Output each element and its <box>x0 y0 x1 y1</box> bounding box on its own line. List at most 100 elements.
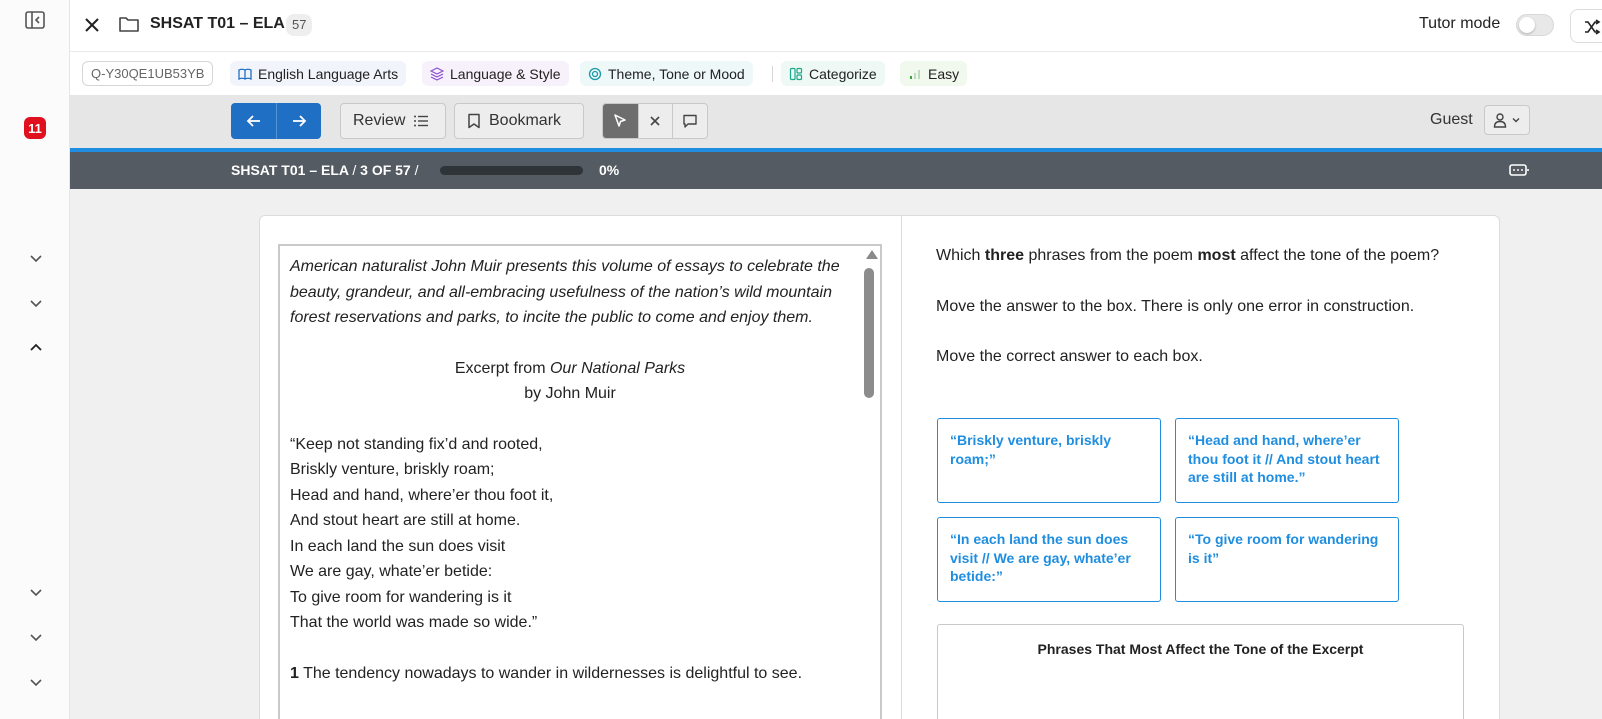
user-icon <box>1493 113 1507 128</box>
poem-line: We are gay, whate’er betide: <box>290 563 493 580</box>
skill-tag[interactable]: Theme, Tone or Mood <box>580 61 753 86</box>
question-count-badge: 57 <box>286 14 313 36</box>
question-id: Q-Y30QE1UB53YB <box>91 66 205 81</box>
left-sidebar: 11 <box>0 0 70 719</box>
difficulty-label: Easy <box>928 65 960 82</box>
arrow-left-icon <box>246 115 260 127</box>
breadcrumb-separator: / <box>352 162 357 178</box>
drop-zone-title: Phrases That Most Affect the Tone of the… <box>1037 641 1364 657</box>
poem-line: In each land the sun does visit <box>290 537 506 555</box>
question-text: phrases from the poem <box>1024 247 1198 264</box>
comment-icon <box>683 114 697 128</box>
instruction-text: Move the answer to the box. There is onl… <box>936 298 1415 315</box>
chevron-down-icon[interactable] <box>28 674 44 690</box>
signal-bars-icon <box>910 69 920 79</box>
difficulty-tag[interactable]: Easy <box>900 61 968 86</box>
pointer-tool-button[interactable] <box>603 104 638 138</box>
close-icon[interactable] <box>82 15 102 35</box>
poem-line: And stout heart are still at home. <box>290 512 521 529</box>
passage-text: American naturalist John Muir presents t… <box>290 254 850 686</box>
poem-line: That the world was made so wide.” <box>290 614 538 631</box>
chevron-up-icon[interactable] <box>28 340 44 356</box>
passage-scrollbar[interactable] <box>864 268 874 398</box>
breadcrumb: SHSAT T01 – ELA / 3 OF 57 / <box>231 162 419 178</box>
skill-label: Theme, Tone or Mood <box>608 65 745 82</box>
passage-panel[interactable]: American naturalist John Muir presents t… <box>278 244 882 719</box>
toggle-knob <box>1519 17 1535 33</box>
question-stem: Which three phrases from the poem most a… <box>936 243 1476 269</box>
subject-tag[interactable]: English Language Arts <box>230 61 407 86</box>
scroll-up-arrow[interactable] <box>866 250 878 259</box>
folder-icon <box>119 17 139 32</box>
review-button[interactable]: Review <box>340 103 446 139</box>
question-navigation <box>231 103 321 139</box>
excerpt-title: Our National Parks <box>549 359 686 377</box>
breadcrumb-title: SHSAT T01 – ELA <box>231 162 349 178</box>
paragraph: 1 The tendency nowadays to wander in wil… <box>290 661 850 687</box>
user-menu-button[interactable] <box>1484 105 1530 135</box>
instruction-text: Move the correct answer to each box. <box>936 348 1203 365</box>
cursor-icon <box>614 114 627 127</box>
paragraph-number: 1 <box>290 664 299 682</box>
poem-line: Briskly venture, briskly roam; <box>290 461 495 478</box>
eliminate-tool-button[interactable] <box>637 104 673 138</box>
progress-bar: SHSAT T01 – ELA / 3 OF 57 / 0% <box>70 148 1602 189</box>
question-type-tag[interactable]: Categorize <box>781 61 885 86</box>
chevron-down-icon[interactable] <box>28 629 44 645</box>
sidebar-collapse-icon[interactable] <box>24 10 46 30</box>
comment-tool-button[interactable] <box>672 104 707 138</box>
poem-line: To give room for wandering is it <box>290 588 512 606</box>
previous-question-button[interactable] <box>231 103 276 139</box>
question-tags: Q-Y30QE1UB53YB English Language Arts Lan… <box>70 52 1602 95</box>
layers-icon <box>430 66 444 81</box>
excerpt-prefix: Excerpt from <box>454 359 550 377</box>
poem-line: Head and hand, where’er thou foot it, <box>290 486 554 504</box>
question-text: Which <box>936 247 985 264</box>
question-id-tag: Q-Y30QE1UB53YB <box>82 61 214 86</box>
shuffle-button[interactable] <box>1570 9 1602 43</box>
top-header: SHSAT T01 – ELA 57 Tutor mode <box>70 0 1602 52</box>
answer-choice[interactable]: “Head and hand, where’er thou foot it //… <box>1175 418 1399 503</box>
question-panel: Which three phrases from the poem most a… <box>936 243 1476 394</box>
topic-tag[interactable]: Language & Style <box>422 61 569 86</box>
shuffle-icon <box>1585 19 1601 35</box>
answer-drop-zone[interactable]: Phrases That Most Affect the Tone of the… <box>937 624 1464 719</box>
tutor-mode-toggle[interactable] <box>1516 14 1554 36</box>
passage-intro: American naturalist John Muir presents t… <box>290 258 840 326</box>
chevron-down-icon <box>1512 118 1520 123</box>
bookmark-button[interactable]: Bookmark <box>454 103 584 139</box>
page-title: SHSAT T01 – ELA <box>150 15 285 32</box>
question-type-label: Categorize <box>809 65 877 82</box>
annotation-tools <box>602 103 708 139</box>
question-emphasis: three <box>984 247 1025 264</box>
exam-toolbar: Review Bookmark Guest <box>70 95 1602 148</box>
breadcrumb-separator: / <box>414 162 419 178</box>
paragraph-text: The tendency nowadays to wander in wilde… <box>298 664 803 682</box>
poem-line: “Keep not standing fix’d and rooted, <box>290 435 543 453</box>
panel-divider[interactable] <box>901 216 902 719</box>
progress-percent: 0% <box>599 162 620 178</box>
chevron-down-icon[interactable] <box>28 295 44 311</box>
review-label: Review <box>353 112 406 129</box>
answer-choice[interactable]: “Briskly venture, briskly roam;” <box>937 418 1161 503</box>
notification-badge[interactable]: 11 <box>24 117 46 139</box>
bookmark-label: Bookmark <box>489 112 562 129</box>
user-name: Guest <box>1430 111 1473 128</box>
byline: by John Muir <box>524 385 616 402</box>
book-icon <box>238 68 252 80</box>
progress-track <box>440 166 583 175</box>
chevron-down-icon[interactable] <box>28 250 44 266</box>
keyboard-icon[interactable] <box>1508 161 1530 179</box>
categorize-icon <box>789 67 803 80</box>
question-text: affect the tone of the poem? <box>1235 247 1440 264</box>
chevron-down-icon[interactable] <box>28 584 44 600</box>
answer-choice[interactable]: “In each land the sun does visit // We a… <box>937 517 1161 602</box>
next-question-button[interactable] <box>276 103 321 139</box>
list-icon <box>414 115 429 127</box>
question-emphasis: most <box>1197 247 1236 264</box>
excerpt-source: Excerpt from Our National Parks <box>290 356 850 382</box>
answer-choice[interactable]: “To give room for wandering is it” <box>1175 517 1399 602</box>
tutor-mode-label: Tutor mode <box>1419 15 1501 32</box>
